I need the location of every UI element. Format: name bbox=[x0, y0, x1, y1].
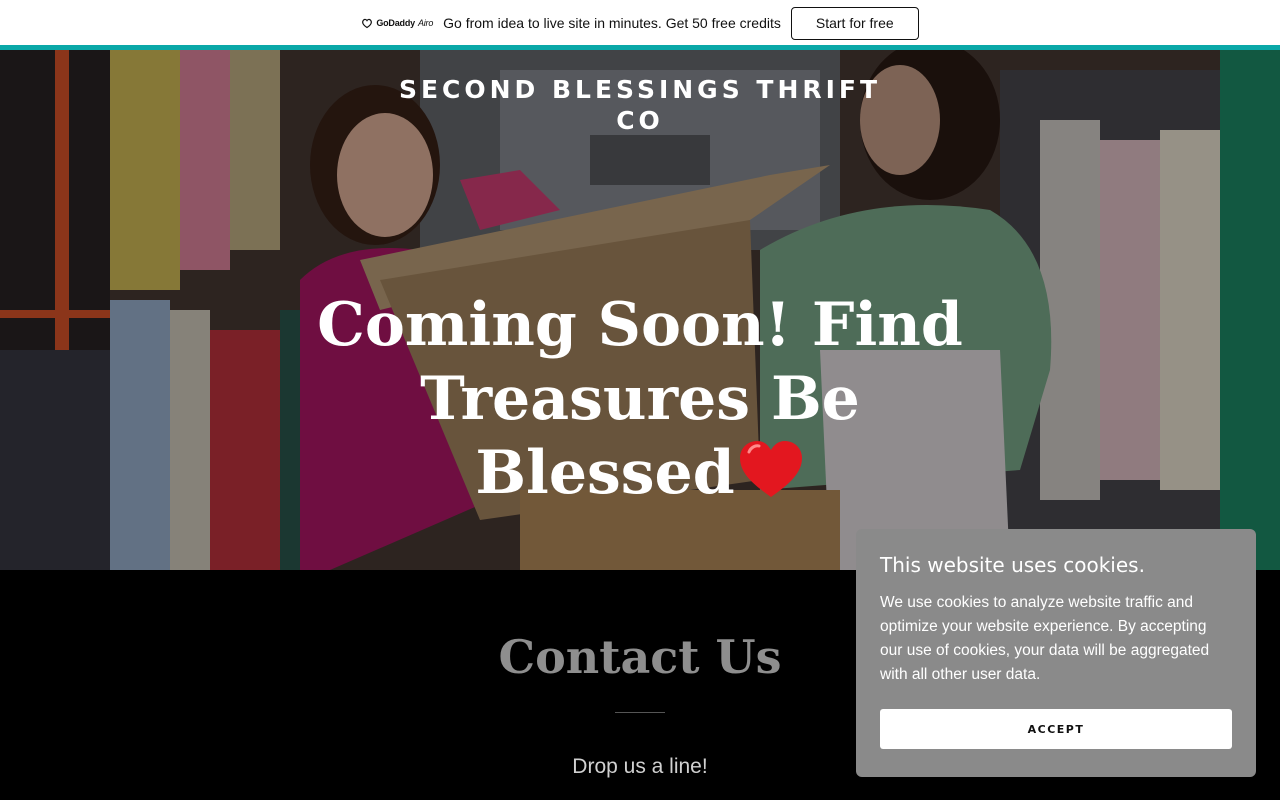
promo-content: GoDaddy Airo Go from idea to live site i… bbox=[361, 6, 919, 40]
hero-heading: Coming Soon! Find Treasures Be Blessed bbox=[0, 288, 1280, 510]
cookie-text: We use cookies to analyze website traffi… bbox=[880, 594, 1210, 683]
hero-section: SECOND BLESSINGS THRIFT CO Coming Soon! … bbox=[0, 50, 1280, 570]
start-for-free-button[interactable]: Start for free bbox=[790, 6, 919, 40]
site-title[interactable]: SECOND BLESSINGS THRIFT CO bbox=[0, 74, 1280, 136]
promo-bar: GoDaddy Airo Go from idea to live site i… bbox=[0, 0, 1280, 46]
hero-heading-text: Coming Soon! Find Treasures Be Blessed bbox=[317, 290, 963, 508]
godaddy-logo-icon bbox=[362, 18, 373, 29]
promo-text: Go from idea to live site in minutes. Ge… bbox=[443, 15, 781, 31]
godaddy-airo-logo[interactable]: GoDaddy Airo bbox=[361, 17, 433, 29]
logo-product: Airo bbox=[417, 18, 434, 28]
cookie-banner: This website uses cookies. We use cookie… bbox=[856, 529, 1256, 777]
logo-brand: GoDaddy bbox=[376, 18, 415, 28]
accept-cookies-button[interactable]: ACCEPT bbox=[880, 709, 1232, 749]
red-heart-icon bbox=[739, 441, 802, 497]
contact-divider bbox=[615, 712, 665, 713]
cookie-title: This website uses cookies. bbox=[880, 553, 1145, 577]
